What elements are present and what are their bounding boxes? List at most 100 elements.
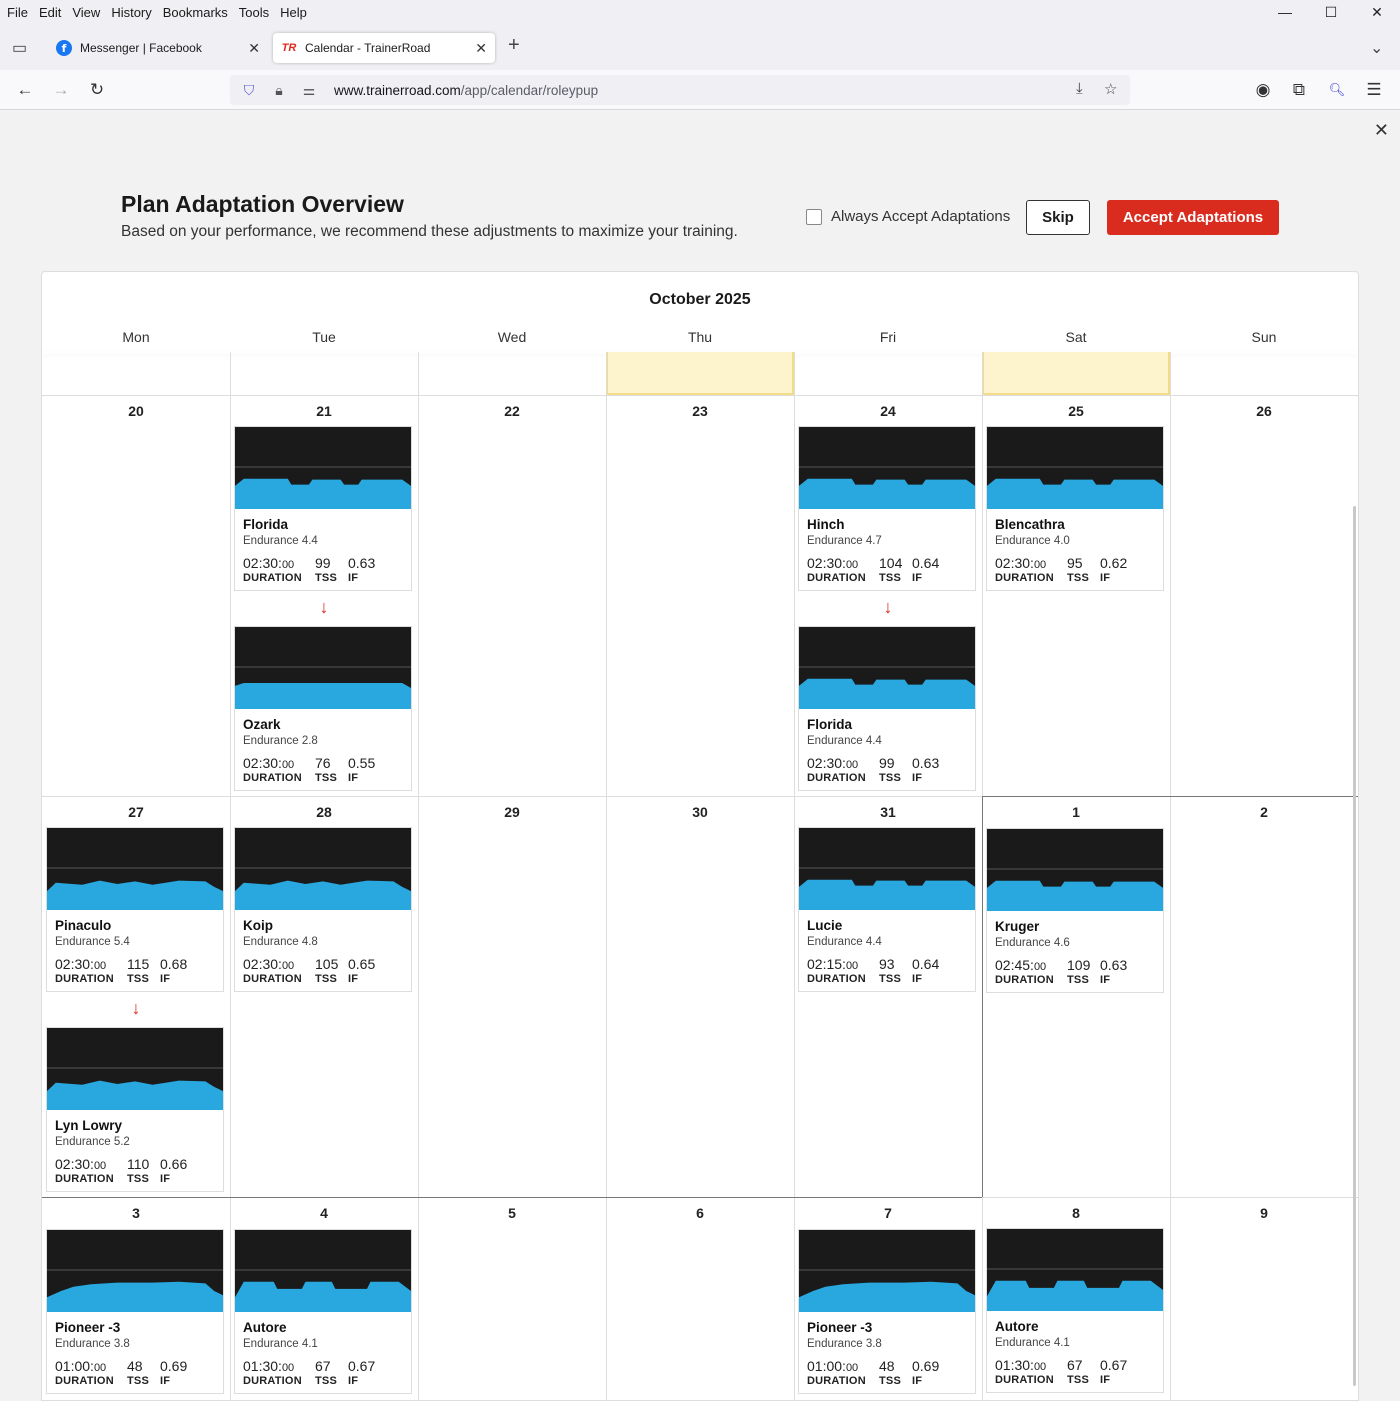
day-number[interactable]: 31 [794, 804, 982, 820]
workout-card[interactable]: Ozark Endurance 2.8 02:30:00 76 0.55 DURATION… [234, 626, 412, 791]
day-number[interactable]: 25 [982, 403, 1170, 419]
day-number[interactable]: 7 [794, 1205, 982, 1221]
tab-overview-icon[interactable]: ▭ [12, 38, 27, 58]
menu-help[interactable]: Help [276, 5, 311, 20]
workout-card[interactable]: Pinaculo Endurance 5.4 02:30:00 115 0.68 DURA… [46, 827, 224, 992]
duration-main: 02:30: [995, 555, 1034, 571]
workout-graph [47, 1028, 223, 1110]
workout-if: 0.69 [160, 1358, 188, 1374]
workout-profile-chart [987, 466, 1163, 509]
forward-icon[interactable]: → [49, 78, 73, 102]
day-number[interactable]: 6 [606, 1205, 794, 1221]
day-number[interactable]: 1 [982, 804, 1170, 820]
day-number[interactable]: 22 [418, 403, 606, 419]
workout-card[interactable]: Autore Endurance 4.1 01:30:00 67 0.67 DURATIO… [986, 1228, 1164, 1393]
if-label: IF [160, 1173, 171, 1185]
duration-main: 02:30: [243, 956, 282, 972]
workout-card[interactable]: Lyn Lowry Endurance 5.2 02:30:00 110 0.66 DUR… [46, 1027, 224, 1192]
tss-label: TSS [1067, 572, 1089, 584]
tab-title: Calendar - TrainerRoad [305, 41, 431, 55]
day-number[interactable]: 30 [606, 804, 794, 820]
workout-tss: 67 [1067, 1357, 1083, 1373]
workout-profile-chart [47, 1067, 223, 1110]
workout-card[interactable]: Florida Endurance 4.4 02:30:00 99 0.63 DURATI… [234, 426, 412, 591]
day-number[interactable]: 9 [1170, 1205, 1358, 1221]
day-number[interactable]: 24 [794, 403, 982, 419]
workout-card[interactable]: Kruger Endurance 4.6 02:45:00 109 0.63 DURATI… [986, 828, 1164, 993]
workout-card[interactable]: Koip Endurance 4.8 02:30:00 105 0.65 DURATION… [234, 827, 412, 992]
highlighted-day-cell [982, 352, 1170, 395]
workout-power-area [47, 880, 223, 910]
day-number[interactable]: 5 [418, 1205, 606, 1221]
day-number[interactable]: 20 [42, 403, 230, 419]
always-accept-checkbox[interactable] [806, 208, 822, 225]
menu-hamburger-icon[interactable]: ☰ [1362, 78, 1386, 102]
reload-icon[interactable]: ↻ [85, 78, 109, 102]
tss-label: TSS [315, 1375, 337, 1387]
list-tabs-icon[interactable]: ⌄ [1370, 38, 1383, 58]
workout-if: 0.69 [912, 1358, 940, 1374]
workout-duration: 01:00:00 [55, 1358, 106, 1374]
workout-if: 0.63 [348, 555, 376, 571]
url-text[interactable]: www.trainerroad.com/app/calendar/roleypu… [334, 83, 598, 98]
lock-icon[interactable]: 🔒︎ [268, 82, 290, 99]
menu-history[interactable]: History [107, 5, 155, 20]
menu-tools[interactable]: Tools [235, 5, 273, 20]
tab-calendar[interactable]: TR Calendar - TrainerRoad ✕ [273, 33, 495, 63]
close-window-icon[interactable]: ✕ [1354, 0, 1400, 24]
always-accept-option[interactable]: Always Accept Adaptations [806, 208, 1010, 225]
workout-card[interactable]: Hinch Endurance 4.7 02:30:00 104 0.64 DURATIO… [798, 426, 976, 591]
close-tab-icon[interactable]: ✕ [248, 40, 260, 57]
workout-card[interactable]: Pioneer -3 Endurance 3.8 01:00:00 48 0.69 DUR… [46, 1229, 224, 1394]
day-number[interactable]: 8 [982, 1205, 1170, 1221]
address-bar[interactable]: ⛉ 🔒︎ ⚌ www.trainerroad.com/app/calendar/… [230, 75, 1130, 105]
duration-label: DURATION [243, 772, 302, 784]
menu-file[interactable]: File [3, 5, 32, 20]
day-number[interactable]: 28 [230, 804, 418, 820]
workout-level: Endurance 4.4 [807, 735, 882, 747]
close-tab-icon[interactable]: ✕ [475, 40, 487, 57]
close-icon[interactable]: ✕ [1374, 120, 1389, 141]
workout-card[interactable]: Pioneer -3 Endurance 3.8 01:00:00 48 0.69 DUR… [798, 1229, 976, 1394]
day-number[interactable]: 4 [230, 1205, 418, 1221]
duration-seconds: 00 [1033, 1361, 1047, 1373]
download-icon[interactable]: ⤓ [1076, 80, 1083, 97]
permissions-icon[interactable]: ⚌ [298, 82, 320, 99]
menu-bookmarks[interactable]: Bookmarks [159, 5, 232, 20]
workout-tss: 99 [315, 555, 331, 571]
workout-duration: 02:30:00 [55, 956, 106, 972]
account-icon[interactable]: ◉ [1251, 78, 1275, 102]
workout-card[interactable]: Autore Endurance 4.1 01:30:00 67 0.67 DURATIO… [234, 1229, 412, 1394]
workout-card[interactable]: Blencathra Endurance 4.0 02:30:00 95 0.62 DUR… [986, 426, 1164, 591]
day-number[interactable]: 21 [230, 403, 418, 419]
new-tab-icon[interactable]: + [508, 34, 520, 57]
menu-view[interactable]: View [68, 5, 104, 20]
skip-button[interactable]: Skip [1026, 200, 1090, 235]
menu-edit[interactable]: Edit [35, 5, 65, 20]
duration-seconds: 00 [845, 559, 859, 571]
maximize-icon[interactable]: ☐ [1308, 0, 1354, 24]
day-number[interactable]: 2 [1170, 804, 1358, 820]
day-number[interactable]: 27 [42, 804, 230, 820]
minimize-icon[interactable]: — [1262, 0, 1308, 24]
if-label: IF [1100, 572, 1111, 584]
day-number[interactable]: 3 [42, 1205, 230, 1221]
extensions-icon[interactable]: ⧉ [1287, 78, 1311, 102]
duration-main: 01:30: [995, 1357, 1034, 1373]
bookmark-star-icon[interactable]: ☆ [1104, 80, 1117, 98]
tss-label: TSS [1067, 974, 1089, 986]
scrollbar[interactable] [1353, 506, 1356, 1386]
accept-adaptations-button[interactable]: Accept Adaptations [1107, 200, 1279, 235]
tab-messenger[interactable]: f Messenger | Facebook ✕ [48, 33, 268, 63]
shield-icon[interactable]: ⛉ [238, 82, 260, 99]
workout-if: 0.65 [348, 956, 376, 972]
day-number[interactable]: 23 [606, 403, 794, 419]
workout-card[interactable]: Florida Endurance 4.4 02:30:00 99 0.63 DURATI… [798, 626, 976, 791]
workout-card[interactable]: Lucie Endurance 4.4 02:15:00 93 0.64 DURATION… [798, 827, 976, 992]
search-extension-icon[interactable]: 🔍︎ [1325, 78, 1349, 102]
weekday-header: Sun [1251, 329, 1277, 345]
day-number[interactable]: 29 [418, 804, 606, 820]
workout-tss: 104 [879, 555, 903, 571]
day-number[interactable]: 26 [1170, 403, 1358, 419]
back-icon[interactable]: ← [13, 78, 37, 102]
